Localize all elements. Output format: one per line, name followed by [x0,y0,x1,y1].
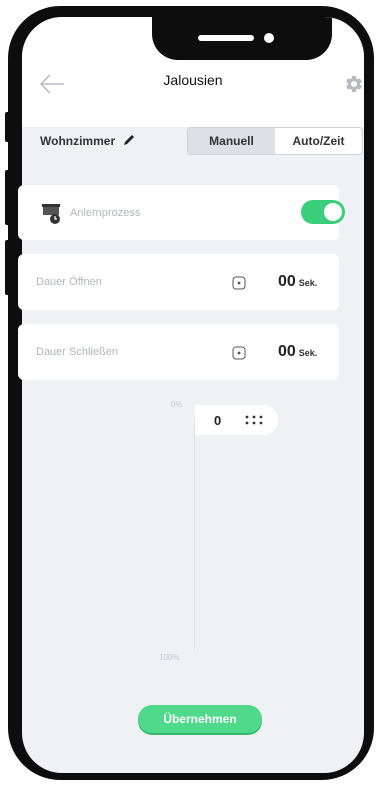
open-duration-card[interactable]: Dauer Öffnen 00 Sek. [18,254,339,310]
phone-notch [152,17,332,60]
close-duration-card[interactable]: Dauer Schließen 00 Sek. [18,324,339,380]
position-bottom-label: 100% [159,653,180,662]
position-track[interactable] [194,418,195,652]
phone-mute-switch [5,112,10,142]
blind-timer-icon [42,204,60,224]
position-top-label: 0% [171,400,183,409]
drag-grip-icon [245,415,263,425]
edit-pencil-icon[interactable] [122,133,136,147]
toggle-knob [324,203,342,221]
position-slider-handle[interactable]: 0 [195,405,278,435]
room-name: Wohnzimmer [40,134,116,148]
phone-volume-down [5,240,10,295]
speaker-grille [198,35,254,41]
learning-card: Anlernprozess [18,185,345,240]
mode-segmented-control: Manuell Auto/Zeit [187,127,363,155]
learning-label: Anlernprozess [70,206,141,219]
close-duration-value: 00 [278,343,296,360]
open-duration-unit: Sek. [298,278,318,288]
learning-toggle[interactable] [301,200,345,224]
apply-button[interactable]: Übernehmen [138,705,262,733]
phone-volume-up [5,170,10,225]
open-duration-value-row: 00 Sek. [278,273,317,291]
open-duration-value: 00 [278,273,296,290]
page-title: Jalousien [163,72,223,88]
timer-icon [232,276,246,290]
close-duration-label: Dauer Schließen [36,346,118,358]
gear-icon[interactable] [344,74,364,94]
mode-auto-tab[interactable]: Auto/Zeit [275,128,362,154]
close-duration-unit: Sek. [298,348,318,358]
timer-icon [232,346,246,360]
front-camera [264,33,274,43]
close-duration-value-row: 00 Sek. [278,343,317,361]
open-duration-label: Dauer Öffnen [36,276,102,288]
position-value: 0 [214,413,222,428]
mode-manual-tab[interactable]: Manuell [188,128,275,154]
